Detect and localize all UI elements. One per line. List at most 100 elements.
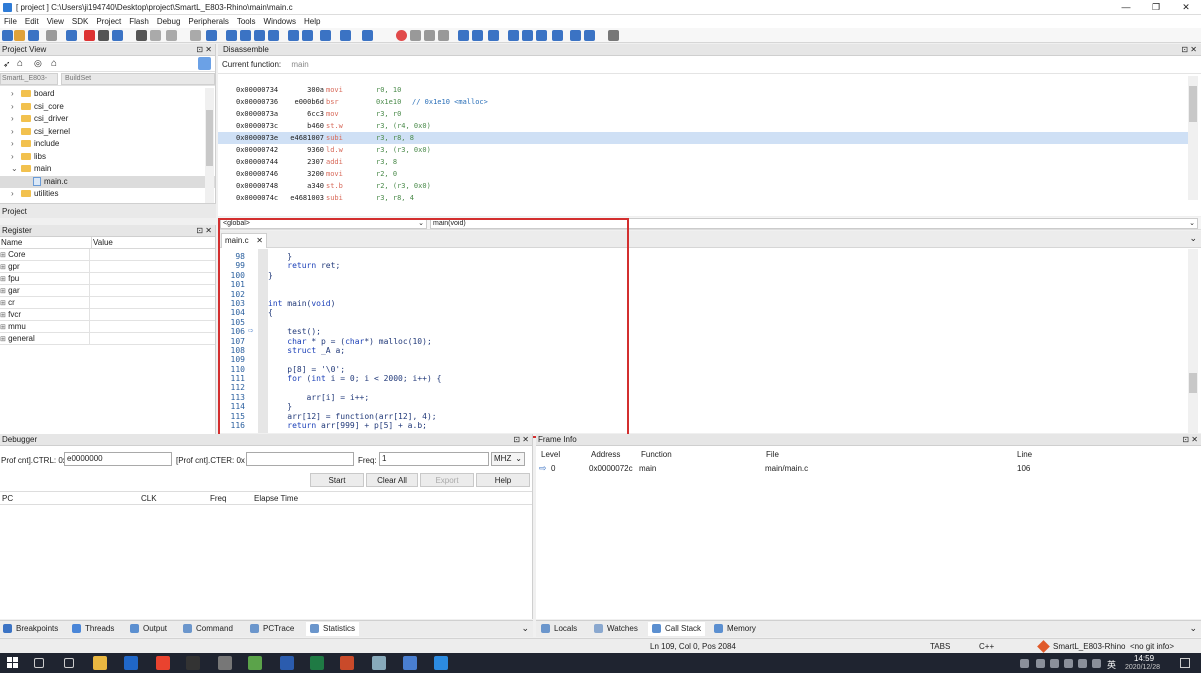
file-explorer-icon[interactable] bbox=[93, 656, 107, 670]
disasm-line[interactable]: 0x00000746 3200 movi r2, 0 bbox=[218, 168, 1188, 180]
tab-list-chevron-icon[interactable]: ⌄ bbox=[1189, 233, 1197, 244]
step-over-icon[interactable] bbox=[570, 30, 581, 41]
unit-select[interactable]: MHZ ⌄ bbox=[491, 452, 525, 466]
download-icon[interactable] bbox=[458, 30, 469, 41]
register-row-gar[interactable]: ⊞ gar bbox=[0, 285, 215, 297]
clock-date[interactable]: 2020/12/28 bbox=[1125, 664, 1160, 671]
step-over-gray-icon[interactable] bbox=[424, 30, 435, 41]
disassemble-scrollbar[interactable] bbox=[1188, 76, 1198, 200]
clock-time[interactable]: 14:59 bbox=[1134, 654, 1154, 663]
menu-project[interactable]: Project bbox=[92, 15, 125, 28]
shield-icon[interactable] bbox=[1036, 659, 1045, 668]
ctrl-input[interactable]: e0000000 bbox=[64, 452, 172, 466]
find-in-files-icon[interactable] bbox=[288, 30, 299, 41]
register-row-Core[interactable]: ⊞ Core bbox=[0, 249, 215, 261]
cter-input[interactable] bbox=[246, 452, 354, 466]
menu-windows[interactable]: Windows bbox=[260, 15, 300, 28]
tree-item-main-c[interactable]: main.c bbox=[0, 175, 215, 188]
feishu-icon[interactable] bbox=[434, 656, 448, 670]
chevron-right-icon[interactable]: › bbox=[11, 101, 21, 114]
undo-icon[interactable] bbox=[136, 30, 147, 41]
debug-icon[interactable] bbox=[522, 30, 533, 41]
disasm-line[interactable]: 0x0000073a 6cc3 mov r3, r0 bbox=[218, 108, 1188, 120]
run-to-cursor-icon[interactable] bbox=[584, 30, 595, 41]
open-folder-icon[interactable] bbox=[14, 30, 25, 41]
tab-watches[interactable]: Watches bbox=[594, 624, 638, 634]
chevron-down-icon[interactable]: ⌄ bbox=[521, 623, 529, 634]
breakpoint-icon[interactable] bbox=[396, 30, 407, 41]
outlook-icon[interactable] bbox=[124, 656, 138, 670]
prev-bookmark-icon[interactable] bbox=[226, 30, 237, 41]
chrome-icon[interactable] bbox=[156, 656, 170, 670]
clear-bookmarks-icon[interactable] bbox=[254, 30, 265, 41]
tree-item-main[interactable]: ⌄ main bbox=[0, 163, 215, 176]
tab-project[interactable]: Project bbox=[2, 207, 27, 216]
home-icon[interactable] bbox=[608, 30, 619, 41]
redo-icon[interactable] bbox=[150, 30, 161, 41]
chevron-down-icon[interactable]: ⌄ bbox=[1189, 623, 1197, 634]
windows-start-icon[interactable] bbox=[7, 657, 19, 669]
build-all-icon[interactable] bbox=[340, 30, 351, 41]
build-icon[interactable] bbox=[320, 30, 331, 41]
tree-item-libs[interactable]: › libs bbox=[0, 151, 215, 164]
menu-view[interactable]: View bbox=[43, 15, 68, 28]
step-gray-icon[interactable] bbox=[438, 30, 449, 41]
frame-row[interactable]: ⇨ 0 0x0000072c main main/main.c 106 bbox=[536, 463, 1201, 476]
tab-output[interactable]: Output bbox=[130, 624, 167, 634]
tab-memory[interactable]: Memory bbox=[714, 624, 756, 634]
excel-icon[interactable] bbox=[310, 656, 324, 670]
register-row-gpr[interactable]: ⊞ gpr bbox=[0, 261, 215, 273]
notification-icon[interactable] bbox=[1180, 658, 1190, 668]
ime-icon[interactable] bbox=[1092, 659, 1101, 668]
cut-icon[interactable] bbox=[84, 30, 95, 41]
frame-info-close-icon[interactable]: ⊡ ✕ bbox=[1182, 434, 1198, 445]
start-button[interactable]: Start bbox=[310, 473, 364, 487]
tab-command[interactable]: Command bbox=[183, 624, 233, 634]
breakpoint-disable-icon[interactable] bbox=[410, 30, 421, 41]
run-icon[interactable] bbox=[472, 30, 483, 41]
replace-icon[interactable] bbox=[302, 30, 313, 41]
chevron-right-icon[interactable]: › bbox=[11, 188, 21, 201]
pin-icon[interactable]: ➶ bbox=[3, 59, 11, 70]
help-button[interactable]: Help bbox=[476, 473, 530, 487]
app-icon[interactable] bbox=[372, 656, 386, 670]
tab-call-stack[interactable]: Call Stack bbox=[648, 622, 706, 636]
register-row-fvcr[interactable]: ⊞ fvcr bbox=[0, 309, 215, 321]
save-icon[interactable] bbox=[28, 30, 39, 41]
minimize-button[interactable]: — bbox=[1112, 1, 1140, 14]
tab-project-name[interactable]: SmartL_E803- bbox=[0, 73, 58, 85]
tree-item-csi_core[interactable]: › csi_core bbox=[0, 101, 215, 114]
step-in-icon[interactable] bbox=[536, 30, 547, 41]
target-icon[interactable]: ◎ bbox=[34, 58, 42, 69]
house-icon[interactable]: ⌂ bbox=[51, 58, 57, 69]
chevron-right-icon[interactable]: › bbox=[11, 126, 21, 139]
tree-item-include[interactable]: › include bbox=[0, 138, 215, 151]
indent-mode[interactable]: TABS bbox=[930, 642, 950, 651]
tab-pctrace[interactable]: PCTrace bbox=[250, 624, 294, 634]
disasm-line[interactable]: 0x00000748 a340 st.b r2, (r3, 0x0) bbox=[218, 180, 1188, 192]
sync-icon[interactable] bbox=[198, 57, 211, 70]
register-row-general[interactable]: ⊞ general bbox=[0, 333, 215, 345]
disasm-line[interactable]: 0x00000742 9360 ld.w r3, (r3, 0x0) bbox=[218, 144, 1188, 156]
clear-all-button[interactable]: Clear All bbox=[366, 473, 418, 487]
tab-threads[interactable]: Threads bbox=[72, 624, 114, 634]
notepad-icon[interactable] bbox=[248, 656, 262, 670]
chevron-right-icon[interactable]: › bbox=[11, 138, 21, 151]
save-all-icon[interactable] bbox=[46, 30, 57, 41]
close-icon[interactable] bbox=[66, 30, 77, 41]
tree-item-utilities[interactable]: › utilities bbox=[0, 188, 215, 201]
menu-help[interactable]: Help bbox=[300, 15, 324, 28]
disasm-line[interactable]: 0x00000734 300a movi r0, 10 bbox=[218, 84, 1188, 96]
tab-buildset[interactable]: BuildSet bbox=[61, 73, 215, 85]
debugger-close-icon[interactable]: ⊡ ✕ bbox=[513, 434, 529, 445]
disasm-line[interactable]: 0x0000074c e4681003 subi r3, r8, 4 bbox=[218, 192, 1188, 202]
copy-icon[interactable] bbox=[98, 30, 109, 41]
chevron-down-icon[interactable]: ⌄ bbox=[11, 163, 21, 176]
volume-icon[interactable] bbox=[1078, 659, 1087, 668]
tab-locals[interactable]: Locals bbox=[541, 624, 577, 634]
freq-input[interactable]: 1 bbox=[379, 452, 489, 466]
chevron-right-icon[interactable]: › bbox=[11, 151, 21, 164]
project-tree-scrollbar[interactable] bbox=[205, 88, 214, 203]
register-row-cr[interactable]: ⊞ cr bbox=[0, 297, 215, 309]
bookmark-icon[interactable] bbox=[206, 30, 217, 41]
